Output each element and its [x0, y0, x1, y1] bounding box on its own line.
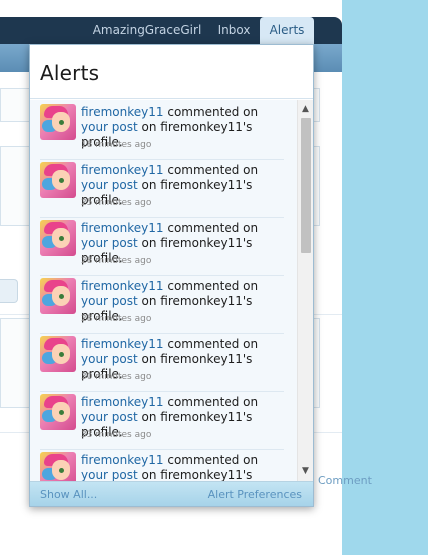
alert-item[interactable]: firemonkey11 commented on your post on f… [40, 450, 284, 481]
alert-time: 33 minutes ago [81, 430, 152, 440]
top-navigation-bar: AmazingGraceGirl Inbox Alerts [0, 17, 342, 44]
avatar[interactable] [40, 220, 76, 256]
avatar[interactable] [40, 394, 76, 430]
alert-list: firemonkey11 commented on your post on f… [30, 100, 313, 481]
alert-action: commented on [167, 337, 259, 351]
alert-user-link[interactable]: firemonkey11 [81, 221, 164, 235]
alert-action: commented on [167, 453, 259, 467]
alert-user-link[interactable]: firemonkey11 [81, 105, 164, 119]
page-comment-link[interactable]: Comment [318, 474, 372, 487]
alert-preferences-link[interactable]: Alert Preferences [208, 488, 302, 501]
alerts-popup: Alerts firemonkey11 commented on your po… [29, 44, 314, 507]
alert-item[interactable]: firemonkey11 commented on your post on f… [40, 160, 284, 218]
alert-item[interactable]: firemonkey11 commented on your post on f… [40, 334, 284, 392]
scrollbar-thumb[interactable] [301, 118, 311, 253]
alert-post-link[interactable]: your post [81, 410, 138, 424]
alert-post-link[interactable]: your post [81, 236, 138, 250]
alert-post-link[interactable]: your post [81, 178, 138, 192]
nav-username-link[interactable]: AmazingGraceGirl [92, 17, 202, 44]
alerts-popup-title: Alerts [40, 61, 100, 85]
alert-action: commented on [167, 395, 259, 409]
alert-time: 30 minutes ago [81, 372, 152, 382]
avatar[interactable] [40, 162, 76, 198]
scroll-down-arrow-icon[interactable]: ▼ [298, 465, 313, 477]
alert-item[interactable]: firemonkey11 commented on your post on f… [40, 276, 284, 334]
alert-user-link[interactable]: firemonkey11 [81, 395, 164, 409]
alert-list-scrollbar[interactable]: ▲ ▼ [297, 100, 313, 481]
alert-user-link[interactable]: firemonkey11 [81, 163, 164, 177]
avatar[interactable] [40, 104, 76, 140]
nav-alerts-tab[interactable]: Alerts [260, 17, 314, 44]
alert-user-link[interactable]: firemonkey11 [81, 337, 164, 351]
alert-item[interactable]: firemonkey11 commented on your post on f… [40, 102, 284, 160]
alert-time: 25 minutes ago [81, 198, 152, 208]
show-all-link[interactable]: Show All... [40, 488, 97, 501]
alert-user-link[interactable]: firemonkey11 [81, 279, 164, 293]
page-tab[interactable] [0, 279, 18, 303]
alert-action: commented on [167, 163, 259, 177]
alerts-popup-header: Alerts [30, 45, 313, 99]
alerts-popup-footer: Show All... Alert Preferences [30, 481, 313, 506]
alert-item[interactable]: firemonkey11 commented on your post on f… [40, 392, 284, 450]
alert-action: commented on [167, 221, 259, 235]
alert-post-link[interactable]: your post [81, 468, 138, 481]
nav-inbox-tab[interactable]: Inbox [208, 17, 260, 44]
alert-time: 28 minutes ago [81, 256, 152, 266]
avatar[interactable] [40, 336, 76, 372]
alert-time: 28 minutes ago [81, 314, 152, 324]
alert-action: commented on [167, 279, 259, 293]
scroll-up-arrow-icon[interactable]: ▲ [298, 103, 313, 115]
alert-post-link[interactable]: your post [81, 120, 138, 134]
alert-action: commented on [167, 105, 259, 119]
alert-item[interactable]: firemonkey11 commented on your post on f… [40, 218, 284, 276]
alert-text: firemonkey11 commented on your post on f… [81, 453, 286, 481]
avatar[interactable] [40, 278, 76, 314]
alert-user-link[interactable]: firemonkey11 [81, 453, 164, 467]
avatar[interactable] [40, 452, 76, 481]
alert-post-link[interactable]: your post [81, 352, 138, 366]
alert-post-link[interactable]: your post [81, 294, 138, 308]
alert-time: 18 minutes ago [81, 140, 152, 150]
